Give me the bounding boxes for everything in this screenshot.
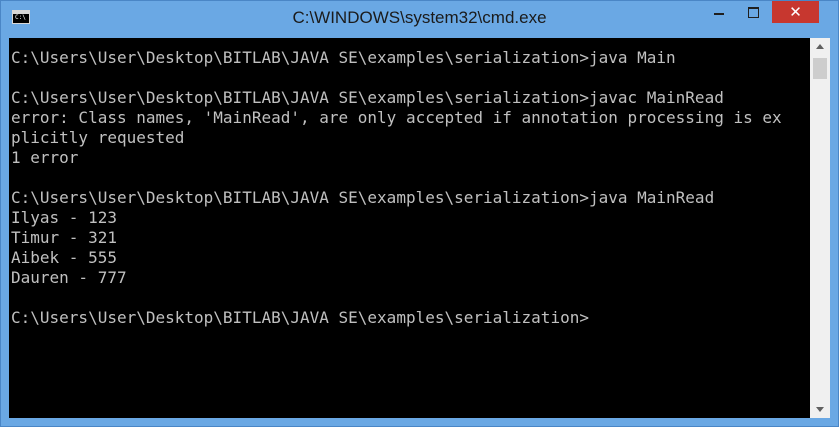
console-line: C:\Users\User\Desktop\BITLAB\JAVA SE\exa… xyxy=(11,48,676,67)
scroll-up-button[interactable] xyxy=(810,38,830,55)
console-line: C:\Users\User\Desktop\BITLAB\JAVA SE\exa… xyxy=(11,188,715,207)
minimize-button[interactable] xyxy=(703,1,735,23)
vertical-scrollbar[interactable] xyxy=(810,38,830,418)
title-bar[interactable]: C:\ C:\WINDOWS\system32\cmd.exe ✕ xyxy=(1,1,838,37)
console-text: C:\Users\User\Desktop\BITLAB\JAVA SE\exa… xyxy=(9,38,810,328)
console-line: Aibek - 555 xyxy=(11,248,117,267)
console-line: Dauren - 777 xyxy=(11,268,127,287)
scroll-down-button[interactable] xyxy=(810,401,830,418)
minimize-icon xyxy=(714,13,724,15)
scrollbar-thumb[interactable] xyxy=(813,58,827,79)
scroll-up-icon xyxy=(816,44,824,49)
maximize-button[interactable] xyxy=(737,1,769,23)
console-line: C:\Users\User\Desktop\BITLAB\JAVA SE\exa… xyxy=(11,308,589,327)
maximize-icon xyxy=(747,6,759,18)
console-line: C:\Users\User\Desktop\BITLAB\JAVA SE\exa… xyxy=(11,88,724,107)
console-line: 1 error xyxy=(11,148,79,167)
scroll-down-icon xyxy=(816,407,824,412)
console-line: error: Class names, 'MainRead', are only… xyxy=(11,108,782,127)
console-output[interactable]: C:\Users\User\Desktop\BITLAB\JAVA SE\exa… xyxy=(9,38,810,418)
cmd-window: C:\ C:\WINDOWS\system32\cmd.exe ✕ C:\Use… xyxy=(0,0,839,427)
console-line: Timur - 321 xyxy=(11,228,117,247)
console-line: Ilyas - 123 xyxy=(11,208,117,227)
close-icon: ✕ xyxy=(789,2,802,21)
close-button[interactable]: ✕ xyxy=(772,1,819,23)
console-line: plicitly requested xyxy=(11,128,185,147)
